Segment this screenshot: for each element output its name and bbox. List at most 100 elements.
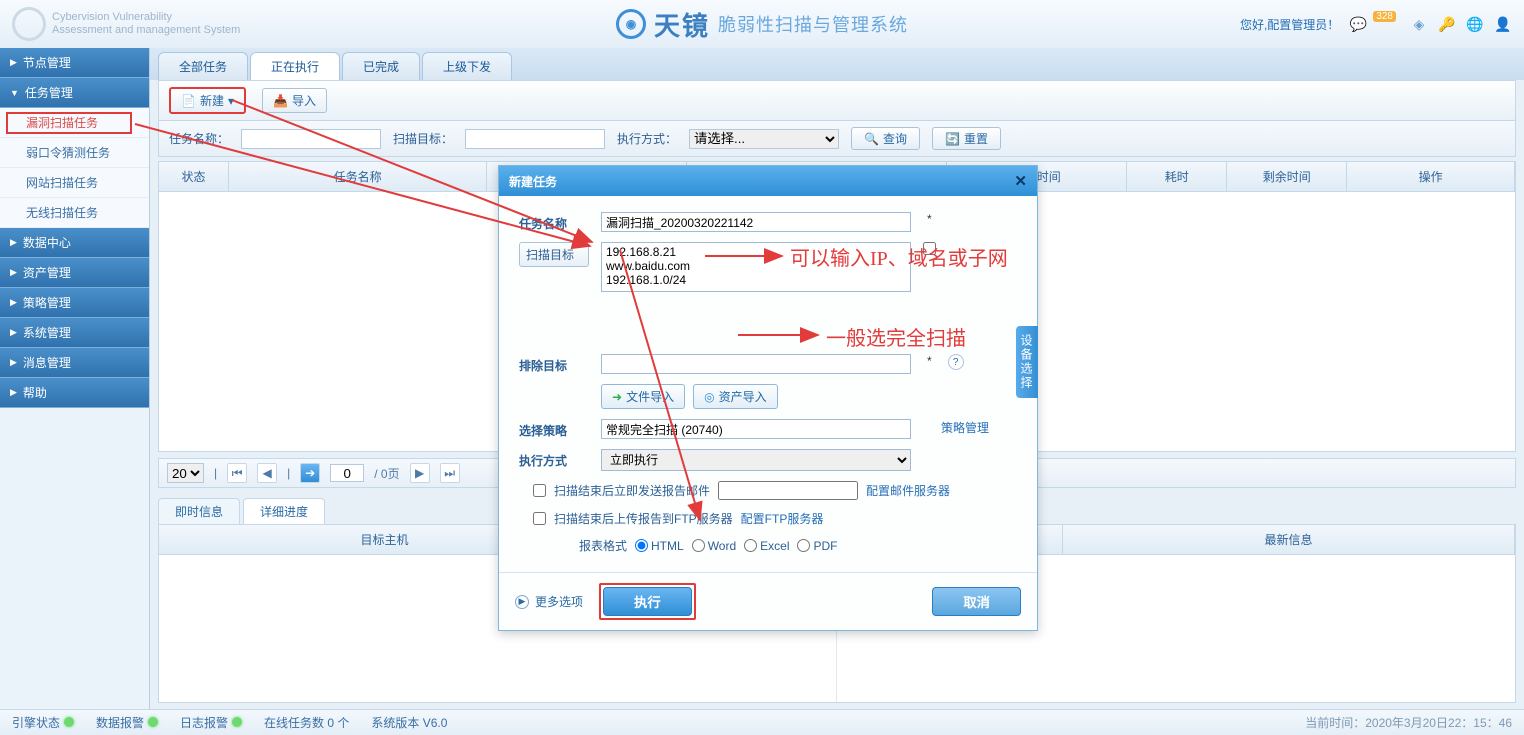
brand-title: 天镜	[654, 6, 710, 43]
chevron-right-icon: ▶	[10, 297, 17, 308]
mode-label: 执行方式：	[617, 130, 677, 147]
reset-button[interactable]: 🔄重置	[932, 127, 1001, 150]
welcome-text: 您好,配置管理员！	[1240, 16, 1339, 33]
page-input[interactable]	[330, 464, 364, 482]
col-elapsed: 耗时	[1127, 162, 1227, 191]
filter-bar: 任务名称： 扫描目标： 执行方式： 请选择... 🔍查询 🔄重置	[158, 121, 1516, 157]
policy-label: 选择策略	[519, 419, 589, 439]
new-file-icon: 📄	[181, 94, 196, 108]
sidebar-item-message[interactable]: ▶消息管理	[0, 348, 149, 378]
chevron-right-icon: ▶	[10, 57, 17, 68]
chevron-right-icon: ▶	[10, 237, 17, 248]
close-icon[interactable]: ✕	[1014, 172, 1027, 190]
task-name-field[interactable]	[601, 212, 911, 232]
ftp-report-checkbox[interactable]	[533, 512, 546, 525]
execute-button[interactable]: 执行	[603, 587, 692, 616]
sidebar-sub-vulnscan[interactable]: 漏洞扫描任务	[0, 108, 149, 138]
page-total: / 0页	[374, 465, 399, 482]
exec-highlight: 执行	[599, 583, 696, 620]
tab-done[interactable]: 已完成	[342, 52, 420, 80]
brand-subtitle: 脆弱性扫描与管理系统	[718, 11, 908, 37]
target-input[interactable]	[465, 129, 605, 149]
last-page-button[interactable]: ⏭	[440, 463, 460, 483]
tab-all[interactable]: 全部任务	[158, 52, 248, 80]
device-select-tab[interactable]: 设备选择	[1016, 326, 1038, 398]
new-button[interactable]: 📄新建 ▾	[169, 87, 246, 114]
import-button[interactable]: 📥导入	[262, 88, 327, 113]
help-icon[interactable]: ?	[948, 354, 964, 370]
required-mark: *	[927, 212, 932, 226]
chevron-down-icon: ▼	[10, 88, 19, 98]
globe-icon[interactable]: 🌐	[1466, 15, 1484, 33]
exec-mode-select[interactable]: 立即执行	[601, 449, 911, 471]
next-page-button[interactable]: ▶	[410, 463, 430, 483]
sidebar-sub-wifiscan[interactable]: 无线扫描任务	[0, 198, 149, 228]
go-page-button[interactable]: ➔	[300, 463, 320, 483]
report-word-radio[interactable]: Word	[692, 539, 736, 553]
tab-running[interactable]: 正在执行	[250, 52, 340, 80]
exclude-target-field[interactable]	[601, 354, 911, 374]
chat-icon[interactable]: 💬	[1349, 15, 1367, 33]
policy-manage-link[interactable]: 策略管理	[941, 419, 989, 436]
sidebar-item-system[interactable]: ▶系统管理	[0, 318, 149, 348]
subtab-detail[interactable]: 详细进度	[243, 498, 325, 524]
tab-dispatched[interactable]: 上级下发	[422, 52, 512, 80]
sidebar-sub-webscan[interactable]: 网站扫描任务	[0, 168, 149, 198]
subtab-realtime[interactable]: 即时信息	[158, 498, 240, 524]
exclude-target-label: 排除目标	[519, 354, 589, 374]
more-options-toggle[interactable]: ▶更多选项	[515, 593, 583, 610]
scan-target-field[interactable]: 192.168.8.21 www.baidu.com 192.168.1.0/2…	[601, 242, 911, 292]
sidebar-item-policy[interactable]: ▶策略管理	[0, 288, 149, 318]
engine-status: 引擎状态	[12, 714, 74, 731]
notification-badge[interactable]: 328	[1373, 11, 1396, 22]
user-icon[interactable]: 👤	[1494, 15, 1512, 33]
email-report-checkbox[interactable]	[533, 484, 546, 497]
sidebar-item-task[interactable]: ▼任务管理	[0, 78, 149, 108]
email-field[interactable]	[718, 481, 858, 500]
magnifier-icon: 🔍	[864, 132, 879, 146]
chevron-right-icon: ▶	[10, 357, 17, 368]
ftp-config-link[interactable]: 配置FTP服务器	[741, 510, 824, 527]
lamp-icon	[232, 717, 242, 727]
key-icon[interactable]: 🔑	[1438, 15, 1456, 33]
page-size-select[interactable]: 20	[167, 463, 204, 483]
report-pdf-radio[interactable]: PDF	[797, 539, 837, 553]
policy-field[interactable]	[601, 419, 911, 439]
sidebar: ▶节点管理 ▼任务管理 漏洞扫描任务 弱口令猜测任务 网站扫描任务 无线扫描任务…	[0, 48, 150, 709]
system-version: 系统版本 V6.0	[371, 714, 447, 731]
cube-icon[interactable]: ◈	[1410, 15, 1428, 33]
col-name: 任务名称	[229, 162, 487, 191]
email-config-link[interactable]: 配置邮件服务器	[866, 482, 950, 499]
chevron-right-icon: ▶	[10, 267, 17, 278]
file-import-button[interactable]: ➜文件导入	[601, 384, 685, 409]
sidebar-item-data[interactable]: ▶数据中心	[0, 228, 149, 258]
first-page-button[interactable]: ⏮	[227, 463, 247, 483]
log-alarm: 日志报警	[180, 714, 242, 731]
asset-import-button[interactable]: ◎资产导入	[693, 384, 778, 409]
col-state: 状态	[159, 162, 229, 191]
logo-area: Cybervision Vulnerability Assessment and…	[12, 7, 240, 41]
online-tasks: 在线任务数 0 个	[264, 714, 349, 731]
sidebar-item-help[interactable]: ▶帮助	[0, 378, 149, 408]
toolbar: 📄新建 ▾ 📥导入	[158, 80, 1516, 121]
task-name-input[interactable]	[241, 129, 381, 149]
prev-page-button[interactable]: ◀	[257, 463, 277, 483]
brand: ◉ 天镜 脆弱性扫描与管理系统	[616, 6, 908, 43]
report-excel-radio[interactable]: Excel	[744, 539, 789, 553]
refresh-icon: 🔄	[945, 132, 960, 146]
save-target-checkbox[interactable]: 保存为目标集	[923, 242, 939, 344]
sidebar-sub-weakpass[interactable]: 弱口令猜测任务	[0, 138, 149, 168]
cancel-button[interactable]: 取消	[932, 587, 1021, 616]
search-button[interactable]: 🔍查询	[851, 127, 920, 150]
sidebar-item-asset[interactable]: ▶资产管理	[0, 258, 149, 288]
dropdown-caret-icon: ▾	[228, 94, 234, 108]
target-label: 扫描目标：	[393, 130, 453, 147]
mode-select[interactable]: 请选择...	[689, 129, 839, 149]
report-format-label: 报表格式	[579, 537, 627, 554]
task-name-label: 任务名称：	[169, 130, 229, 147]
col-ops: 操作	[1347, 162, 1515, 191]
dialog-header[interactable]: 新建任务 ✕	[499, 166, 1037, 196]
scan-target-button[interactable]: 扫描目标	[519, 242, 589, 267]
sidebar-item-node[interactable]: ▶节点管理	[0, 48, 149, 78]
report-html-radio[interactable]: HTML	[635, 539, 684, 553]
